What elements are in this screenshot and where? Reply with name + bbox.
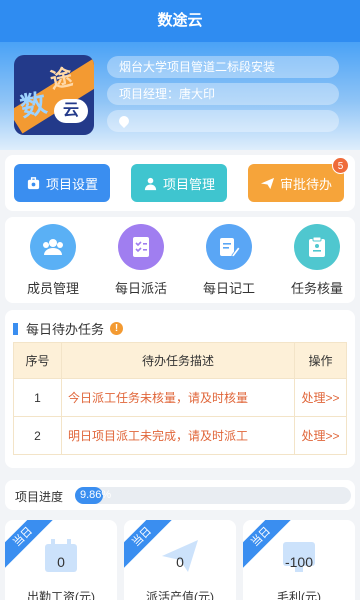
- project-progress: 项目进度 9.86%: [5, 480, 355, 510]
- row-number: 2: [13, 416, 62, 455]
- clipboard-icon: [294, 224, 340, 270]
- row-description: 今日派工任务未核量，请及时核量: [61, 378, 295, 417]
- stat-value: -100: [284, 554, 314, 570]
- progress-fill: 9.86%: [75, 487, 111, 504]
- column-header-no: 序号: [13, 342, 62, 379]
- info-icon[interactable]: !: [110, 322, 124, 335]
- project-manage-label: 项目管理: [162, 176, 215, 192]
- todo-title-text: 每日待办任务: [26, 322, 105, 337]
- project-banner: 数 途 云 烟台大学项目管道二标段安装 项目经理：唐大印: [0, 42, 360, 150]
- approval-pending-label: 审批待办: [279, 176, 332, 192]
- shortcut-daily-worklog[interactable]: 每日记工: [185, 217, 273, 303]
- shortcut-label: 每日派活: [114, 281, 167, 296]
- project-settings-button[interactable]: 项目设置: [14, 164, 110, 202]
- table-row: 2 明日项目派工未完成，请及时派工 处理>>: [13, 416, 347, 455]
- project-settings-label: 项目设置: [45, 176, 98, 192]
- approval-pending-button[interactable]: 审批待办 5: [248, 157, 349, 202]
- app-title: 数途云: [157, 12, 203, 29]
- process-link[interactable]: 处理>>: [294, 416, 347, 455]
- approval-count-badge: 5: [332, 157, 349, 174]
- shortcut-member-management[interactable]: 成员管理: [9, 217, 97, 303]
- shortcut-task-verify[interactable]: 任务核量: [273, 217, 360, 303]
- progress-value: 9.86%: [80, 489, 112, 501]
- edit-note-icon: [206, 224, 252, 270]
- title-accent-bar: [13, 322, 18, 335]
- row-number: 1: [13, 378, 62, 417]
- project-manage-button[interactable]: 项目管理: [131, 164, 227, 202]
- project-logo: 数 途 云: [14, 55, 94, 135]
- todo-title: 每日待办任务 !: [13, 319, 124, 338]
- shortcut-label: 成员管理: [26, 281, 79, 296]
- settings-bag-icon: [27, 176, 40, 189]
- shortcut-grid: 成员管理 每日派活 每日记工 任务核量: [5, 217, 355, 303]
- stat-label: 毛利(元): [277, 590, 321, 600]
- stat-value: 0: [176, 554, 184, 570]
- shortcut-label: 任务核量: [290, 281, 343, 296]
- checklist-icon: [118, 224, 164, 270]
- todo-table: 序号 待办任务描述 操作 1 今日派工任务未核量，请及时核量 处理>> 2 明日…: [13, 342, 347, 455]
- project-name[interactable]: 烟台大学项目管道二标段安装: [107, 56, 339, 78]
- logo-char-3: 云: [54, 99, 88, 123]
- stat-label: 出勤工资(元): [27, 590, 95, 600]
- action-button-bar: 项目设置 项目管理 审批待办 5: [5, 155, 355, 211]
- send-arrow-icon: [260, 177, 275, 189]
- column-header-desc: 待办任务描述: [61, 342, 295, 379]
- shortcut-label: 每日记工: [202, 281, 255, 296]
- stat-card-attendance[interactable]: 当日 0 出勤工资(元): [5, 520, 117, 600]
- location-pin-icon: [116, 113, 132, 129]
- stat-value: 0: [57, 554, 65, 570]
- daily-todo-panel: 每日待办任务 ! 序号 待办任务描述 操作 1 今日派工任务未核量，请及时核量 …: [5, 310, 355, 468]
- app-header: 数途云: [0, 0, 360, 42]
- progress-label: 项目进度: [15, 490, 64, 504]
- table-header-row: 序号 待办任务描述 操作: [13, 342, 347, 379]
- stat-label: 派活产值(元): [146, 590, 214, 600]
- project-location: [107, 110, 339, 132]
- row-description: 明日项目派工未完成，请及时派工: [61, 416, 295, 455]
- user-icon: [144, 177, 157, 190]
- process-link[interactable]: 处理>>: [294, 378, 347, 417]
- table-row: 1 今日派工任务未核量，请及时核量 处理>>: [13, 378, 347, 417]
- stat-card-dispatch-output[interactable]: 当日 0 派活产值(元): [124, 520, 236, 600]
- progress-track: 9.86%: [75, 487, 351, 504]
- stat-card-gross-profit[interactable]: 当日 -100 毛利(元): [243, 520, 355, 600]
- shortcut-daily-dispatch[interactable]: 每日派活: [97, 217, 185, 303]
- people-icon: [30, 224, 76, 270]
- project-manager: 项目经理：唐大印: [107, 83, 339, 105]
- column-header-op: 操作: [294, 342, 347, 379]
